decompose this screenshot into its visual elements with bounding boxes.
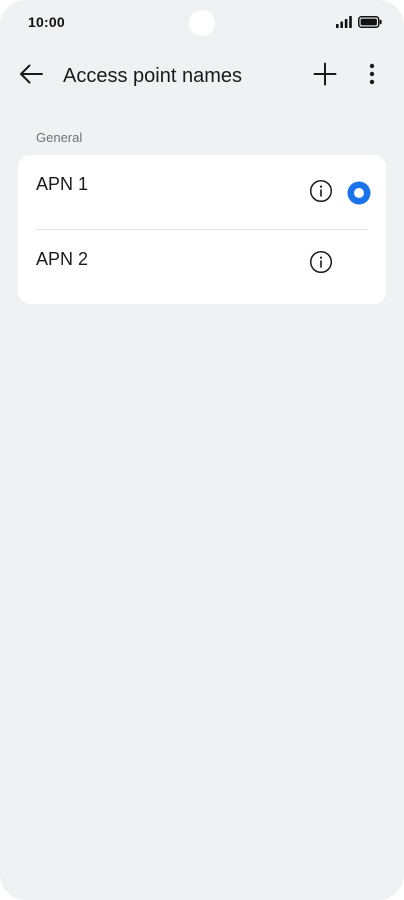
apn-list-item[interactable]: APN 2 <box>18 230 386 304</box>
apn-name: APN 2 <box>36 249 89 269</box>
page-title: Access point names <box>63 65 242 87</box>
front-camera <box>189 10 215 36</box>
app-bar: Access point names <box>0 52 404 100</box>
apn-info-button[interactable] <box>308 250 334 279</box>
apn-info-button[interactable] <box>308 179 334 208</box>
more-vertical-icon <box>369 63 375 90</box>
signal-icon <box>336 15 352 33</box>
section-label-general: General <box>36 130 83 145</box>
info-icon <box>309 250 333 279</box>
plus-icon <box>313 62 337 91</box>
screen: 10:00 Access point names General APN 1 A… <box>0 0 404 900</box>
more-options-button[interactable] <box>358 60 386 92</box>
add-apn-button[interactable] <box>309 60 341 92</box>
apn-radio-selected[interactable] <box>347 181 371 205</box>
battery-icon <box>358 15 382 33</box>
apn-name: APN 1 <box>36 174 89 194</box>
apn-list-card: APN 1 APN 2 <box>18 155 386 304</box>
arrow-left-icon <box>18 63 44 90</box>
status-icons <box>336 15 382 33</box>
back-button[interactable] <box>14 60 48 92</box>
status-time: 10:00 <box>28 14 65 30</box>
status-bar: 10:00 <box>0 0 404 46</box>
info-icon <box>309 179 333 208</box>
apn-list-item[interactable]: APN 1 <box>18 155 386 229</box>
